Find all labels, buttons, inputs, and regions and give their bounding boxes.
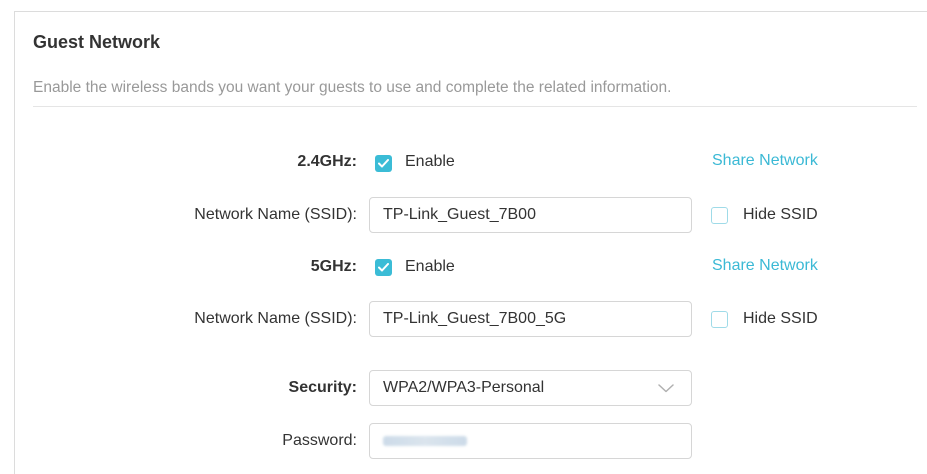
band-24-label: 2.4GHz: [297, 153, 357, 170]
checkmark-icon [378, 159, 389, 168]
password-value-blurred [383, 436, 467, 446]
checkmark-icon [378, 263, 389, 272]
password-label: Password: [282, 432, 357, 449]
band-24-ssid-label: Network Name (SSID): [194, 206, 357, 223]
divider [33, 106, 917, 107]
page-title: Guest Network [33, 32, 161, 52]
band-24-enable-label: Enable [405, 153, 455, 170]
band-5-ssid-label: Network Name (SSID): [194, 310, 357, 327]
band-5-label: 5GHz: [310, 258, 357, 275]
password-input[interactable] [369, 423, 692, 459]
band-5-hide-ssid-checkbox[interactable] [711, 311, 728, 328]
band-24-enable-checkbox[interactable] [375, 155, 392, 172]
security-label: Security: [288, 379, 357, 396]
band-5-ssid-input[interactable]: TP-Link_Guest_7B00_5G [369, 301, 692, 337]
band-5-enable-checkbox[interactable] [375, 259, 392, 276]
security-select[interactable]: WPA2/WPA3-Personal [369, 370, 692, 406]
page-description: Enable the wireless bands you want your … [33, 79, 672, 96]
band-5-share-network-link[interactable]: Share Network [712, 257, 818, 275]
security-select-value: WPA2/WPA3-Personal [383, 379, 545, 396]
chevron-down-icon [658, 382, 678, 394]
band-24-hide-ssid-label: Hide SSID [743, 206, 818, 223]
band-5-enable-label: Enable [405, 258, 455, 275]
band-24-share-network-link[interactable]: Share Network [712, 152, 818, 170]
band-24-hide-ssid-checkbox[interactable] [711, 207, 728, 224]
band-24-ssid-input[interactable]: TP-Link_Guest_7B00 [369, 197, 692, 233]
guest-network-panel: Guest Network Enable the wireless bands … [14, 11, 927, 474]
band-5-hide-ssid-label: Hide SSID [743, 310, 818, 327]
